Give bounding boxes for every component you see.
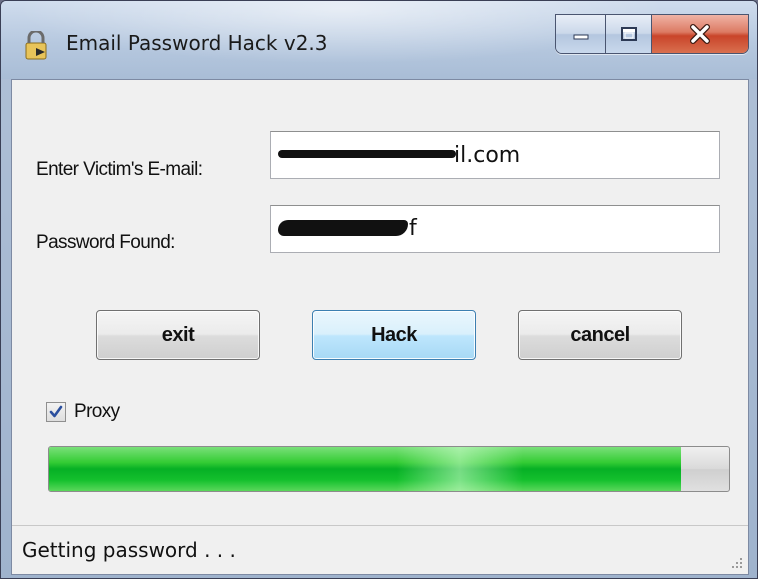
cancel-button[interactable]: cancel: [518, 310, 682, 360]
hack-button[interactable]: Hack: [312, 310, 476, 360]
email-label: Enter Victim's E-mail:: [36, 159, 203, 180]
caption-buttons: [555, 14, 749, 54]
progress-bar: [48, 446, 730, 492]
password-value: f: [409, 216, 417, 241]
wrench-app-icon: [25, 31, 47, 60]
resize-grip-icon[interactable]: [728, 554, 744, 570]
exit-button[interactable]: exit: [96, 310, 260, 360]
password-field[interactable]: f: [270, 205, 720, 253]
window-title: Email Password Hack v2.3: [66, 31, 328, 55]
proxy-label: Proxy: [74, 401, 120, 422]
password-label: Password Found:: [36, 232, 175, 253]
close-button[interactable]: [652, 15, 748, 53]
email-field[interactable]: il.com: [270, 131, 720, 179]
maximize-icon: [620, 27, 637, 41]
progress-bar-fill: [49, 447, 682, 491]
email-value: il.com: [454, 143, 521, 168]
status-text: Getting password . . .: [22, 538, 236, 562]
redaction-scribble: [278, 220, 408, 236]
proxy-checkbox[interactable]: [46, 402, 66, 422]
minimize-button[interactable]: [556, 15, 606, 53]
checkmark-icon: [49, 405, 63, 418]
close-icon: [690, 24, 710, 44]
app-window: Email Password Hack v2.3 Enter Victim's …: [0, 0, 758, 579]
minimize-icon: [573, 34, 588, 40]
maximize-button[interactable]: [606, 15, 652, 53]
redaction-scribble: [278, 150, 456, 158]
title-bar[interactable]: Email Password Hack v2.3: [1, 1, 757, 79]
client-area: Enter Victim's E-mail: il.com Password F…: [11, 79, 749, 575]
status-bar: Getting password . . .: [12, 525, 748, 574]
